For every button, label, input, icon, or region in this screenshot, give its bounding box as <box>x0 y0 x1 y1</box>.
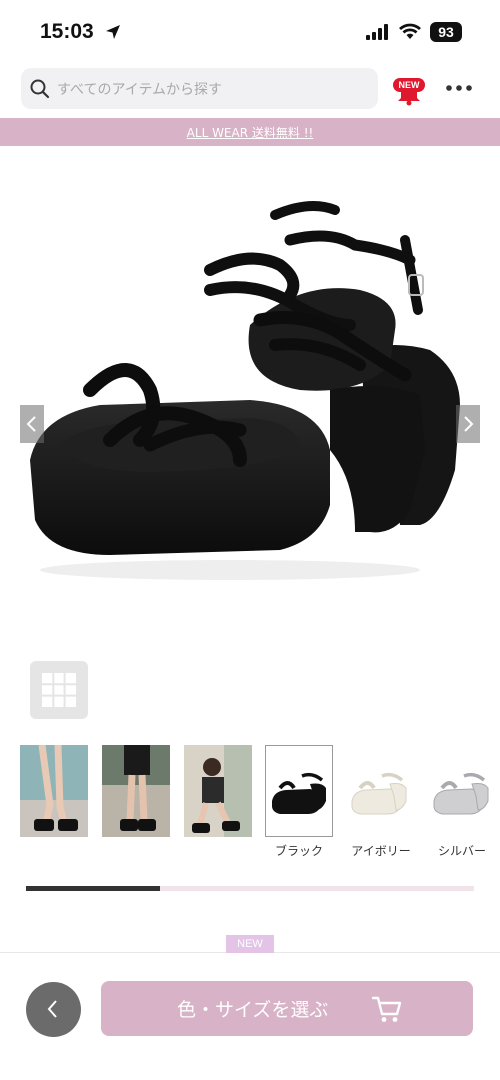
grid-view-button[interactable] <box>30 661 88 719</box>
grid-icon <box>42 673 76 707</box>
thumbnail-model-photo-3[interactable] <box>184 745 252 837</box>
chevron-left-icon <box>26 416 36 432</box>
gallery-scroll-progress <box>26 886 474 891</box>
chevron-left-icon <box>47 1000 57 1018</box>
silver-sandal-image <box>428 745 496 837</box>
select-color-size-button[interactable]: 色・サイズを選ぶ <box>101 981 473 1036</box>
image-prev-arrow[interactable] <box>20 405 44 443</box>
ivory-sandal-image <box>346 745 414 837</box>
thumbnail-model-photo-2[interactable] <box>102 745 170 837</box>
thumbnail-color-silver[interactable] <box>428 745 496 837</box>
color-label-ivory: アイボリー <box>351 844 411 858</box>
free-shipping-link[interactable]: ALL WEAR 送料無料 !! <box>187 126 314 140</box>
search-icon <box>30 79 50 99</box>
black-sandal-image <box>266 746 332 836</box>
more-menu-icon[interactable] <box>444 80 474 96</box>
status-time: 15:03 <box>40 20 94 43</box>
chevron-right-icon <box>464 416 474 432</box>
location-arrow-icon <box>106 25 120 39</box>
thumbnail-model-photo-1[interactable] <box>20 745 88 837</box>
cellular-signal-icon <box>366 24 388 40</box>
back-button[interactable] <box>26 982 81 1037</box>
gallery-scroll-progress-fill <box>26 886 161 891</box>
model-photo-image <box>184 745 252 837</box>
search-placeholder: すべてのアイテムから探す <box>57 82 223 98</box>
thumbnail-color-black[interactable] <box>265 745 333 837</box>
cart-icon <box>371 996 402 1022</box>
new-tag: NEW <box>226 935 274 953</box>
model-photo-image <box>20 745 88 837</box>
free-shipping-banner[interactable]: ALL WEAR 送料無料 !! <box>0 118 500 146</box>
select-color-size-label: 色・サイズを選ぶ <box>177 999 329 1021</box>
wifi-icon <box>399 23 421 39</box>
battery-indicator: 93 <box>430 22 462 42</box>
color-label-black: ブラック <box>274 844 323 858</box>
product-image-sandal[interactable] <box>0 150 500 650</box>
thumbnail-color-ivory[interactable] <box>346 745 414 837</box>
color-label-silver: シルバー <box>437 844 486 858</box>
search-input[interactable]: すべてのアイテムから探す <box>21 68 378 109</box>
image-next-arrow[interactable] <box>456 405 480 443</box>
model-photo-image <box>102 745 170 837</box>
new-badge: NEW <box>393 78 425 92</box>
status-bar: 15:03 93 <box>0 0 500 60</box>
